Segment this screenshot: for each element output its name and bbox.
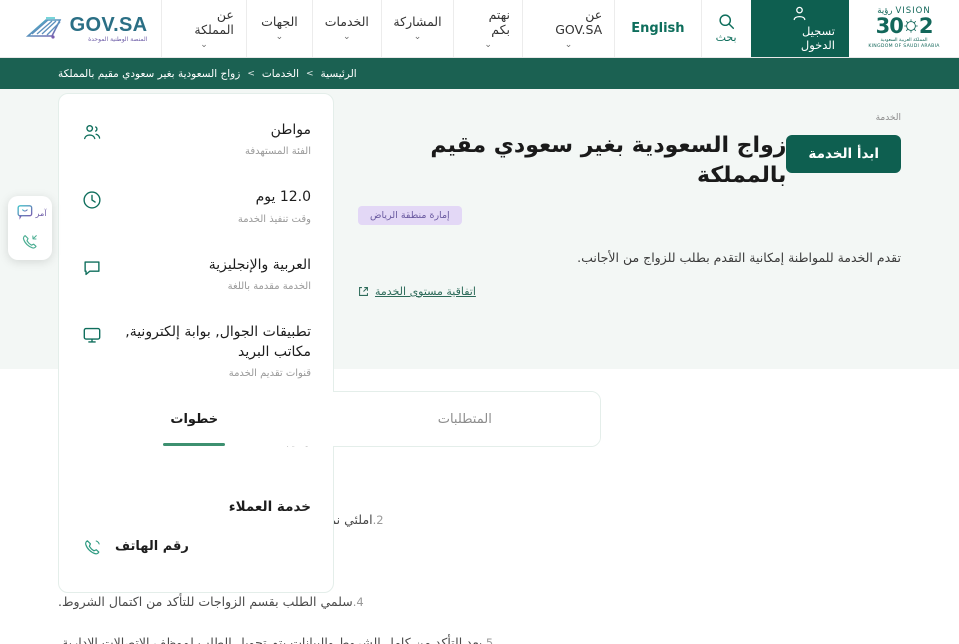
nav-item-agencies[interactable]: الجهات ⌄ (245, 0, 312, 57)
nav-item-participation[interactable]: المشاركة ⌄ (380, 0, 454, 57)
step-number: 4. (352, 595, 364, 609)
service-eyebrow: الخدمة (875, 113, 901, 123)
info-item-target-audience: مواطن الفئة المستهدفة (81, 120, 311, 157)
user-icon (791, 5, 808, 22)
vision-2030-logo[interactable]: VISION رؤية 2 30 المملكة العربية السعودي… (849, 0, 959, 57)
site-header: GOV.SA المنصة الوطنية الموحدة عن المملكة… (0, 0, 959, 58)
step-text: سلمي الطلب بقسم الزواجات للتأكد من اكتما… (58, 594, 353, 609)
customer-service-title: خدمة العملاء (228, 498, 311, 515)
vision-number-left: 2 (918, 13, 934, 38)
monitor-icon (81, 322, 103, 346)
info-label: الخدمة مقدمة باللغة (227, 280, 311, 292)
nav-item-about-govsa[interactable]: عن GOV.SA ⌄ (521, 0, 614, 57)
service-description: تقدم الخدمة للمواطنة إمكانية التقدم بطلب… (577, 250, 901, 266)
breadcrumb-separator: > (306, 68, 314, 79)
info-item-processing-time: 12.0 يوم وقت تنفيذ الخدمة (81, 187, 311, 225)
nav-label: نهتم بكم (488, 6, 510, 37)
details-tabs: خطوات المتطلبات (58, 391, 601, 447)
nav-label: المشاركة (393, 14, 442, 30)
tab-label: المتطلبات (437, 411, 492, 427)
info-value: 12.0 يوم (255, 189, 311, 206)
chat-bubble-icon (14, 204, 34, 222)
sla-link[interactable]: اتفاقية مستوى الخدمة (375, 285, 476, 298)
tab-requirements[interactable]: المتطلبات (329, 392, 600, 446)
info-value: العربية والإنجليزية (208, 256, 311, 273)
step-text: بعد التأكد من كامل الشروط والبيانات يتم … (58, 635, 483, 644)
breadcrumb-item-services[interactable]: الخدمات (262, 68, 299, 80)
customer-service-phone[interactable]: رقم الهاتف (81, 535, 311, 558)
phone-icon (81, 535, 103, 558)
vision-subtitle-ar: المملكة العربية السعودية (880, 37, 928, 43)
phone-call-icon (20, 232, 40, 252)
external-link-icon (358, 286, 369, 297)
gov-sa-emblem-icon (22, 14, 64, 44)
info-item-channels: تطبيقات الجوال, بوابة إلكترونية, مكاتب ا… (81, 322, 311, 380)
tab-label: خطوات (170, 411, 219, 427)
hero-section: الخدمة زواج السعودية بغير سعودي مقيم بال… (0, 89, 959, 593)
agency-badge[interactable]: إمارة منطقة الرياض (358, 206, 462, 226)
nav-item-services[interactable]: الخدمات ⌄ (311, 0, 381, 57)
language-toggle-label: English (631, 21, 685, 36)
clock-icon (81, 187, 103, 211)
nav-item-we-care[interactable]: نهتم بكم ⌄ (453, 0, 522, 57)
language-toggle[interactable]: English (614, 0, 700, 57)
gov-sa-subtitle: المنصة الوطنية الموحدة (88, 35, 148, 43)
login-label: تسجيل الدخول (800, 24, 835, 52)
gov-sa-logo[interactable]: GOV.SA المنصة الوطنية الموحدة (0, 0, 161, 57)
info-label: قنوات تقديم الخدمة (228, 368, 311, 380)
breadcrumb-separator: > (247, 68, 255, 79)
tab-steps[interactable]: خطوات (59, 392, 330, 446)
step-number: 5. (482, 636, 494, 644)
page-root: GOV.SA المنصة الوطنية الموحدة عن المملكة… (0, 0, 959, 644)
nav-item-about-kingdom[interactable]: عن المملكة ⌄ (161, 0, 246, 57)
login-button[interactable]: تسجيل الدخول (750, 0, 849, 57)
search-label: بحث (715, 31, 737, 44)
breadcrumb-bar: الرئيسية > الخدمات > زواج السعودية بغير … (0, 58, 959, 89)
main-nav: عن المملكة ⌄ الجهات ⌄ الخدمات ⌄ المشاركة… (161, 0, 614, 57)
nav-label: الخدمات (324, 14, 369, 30)
page-title: زواج السعودية بغير سعودي مقيم بالمملكة (430, 133, 787, 188)
start-service-button[interactable]: ابدأ الخدمة (786, 135, 901, 173)
search-icon (718, 13, 735, 30)
chevron-down-icon: ⌄ (343, 32, 351, 43)
nav-label: عن GOV.SA (555, 6, 603, 37)
service-info-column: مواطن الفئة المستهدفة 12.0 يوم وقت تنفيذ… (58, 89, 334, 593)
chat-assistant-label: آمر (35, 208, 47, 218)
service-info-card: مواطن الفئة المستهدفة 12.0 يوم وقت تنفيذ… (58, 93, 334, 593)
info-label: وقت تنفيذ الخدمة (237, 213, 311, 225)
info-value: تطبيقات الجوال, بوابة إلكترونية, مكاتب ا… (125, 323, 311, 361)
info-item-languages: العربية والإنجليزية الخدمة مقدمة باللغة (81, 255, 311, 292)
vision-subtitle-en: KINGDOM OF SAUDI ARABIA (868, 44, 940, 50)
phone-label: رقم الهاتف (115, 538, 189, 554)
nav-label: الجهات (261, 14, 298, 30)
breadcrumb-item-current: زواج السعودية بغير سعودي مقيم بالمملكة (58, 67, 241, 80)
chevron-down-icon: ⌄ (484, 39, 492, 50)
chevron-down-icon: ⌄ (564, 39, 573, 50)
chevron-down-icon: ⌄ (275, 32, 284, 43)
chat-assistant-button[interactable]: آمر (14, 204, 47, 222)
list-item: بعد التأكد من كامل الشروط والبيانات يتم … (58, 633, 595, 644)
breadcrumb-item-home[interactable]: الرئيسية (321, 68, 357, 80)
breadcrumb: الرئيسية > الخدمات > زواج السعودية بغير … (58, 68, 357, 80)
vision-number-right: 30 (875, 13, 904, 38)
gov-sa-wordmark: GOV.SA (69, 13, 148, 36)
chevron-down-icon: ⌄ (200, 39, 208, 50)
info-label: الفئة المستهدفة (245, 146, 311, 158)
vision-ornament-icon (903, 18, 919, 34)
floating-support-widget: آمر (8, 196, 52, 260)
chevron-down-icon: ⌄ (413, 32, 422, 43)
nav-label: عن المملكة (194, 6, 234, 37)
info-value: مواطن (270, 122, 311, 138)
list-item: سلمي الطلب بقسم الزواجات للتأكد من اكتما… (58, 592, 595, 612)
users-icon (81, 120, 103, 144)
search-button[interactable]: بحث (700, 0, 751, 57)
service-summary: الخدمة زواج السعودية بغير سعودي مقيم بال… (334, 89, 901, 593)
call-support-button[interactable] (20, 232, 40, 252)
chat-icon (81, 255, 103, 279)
